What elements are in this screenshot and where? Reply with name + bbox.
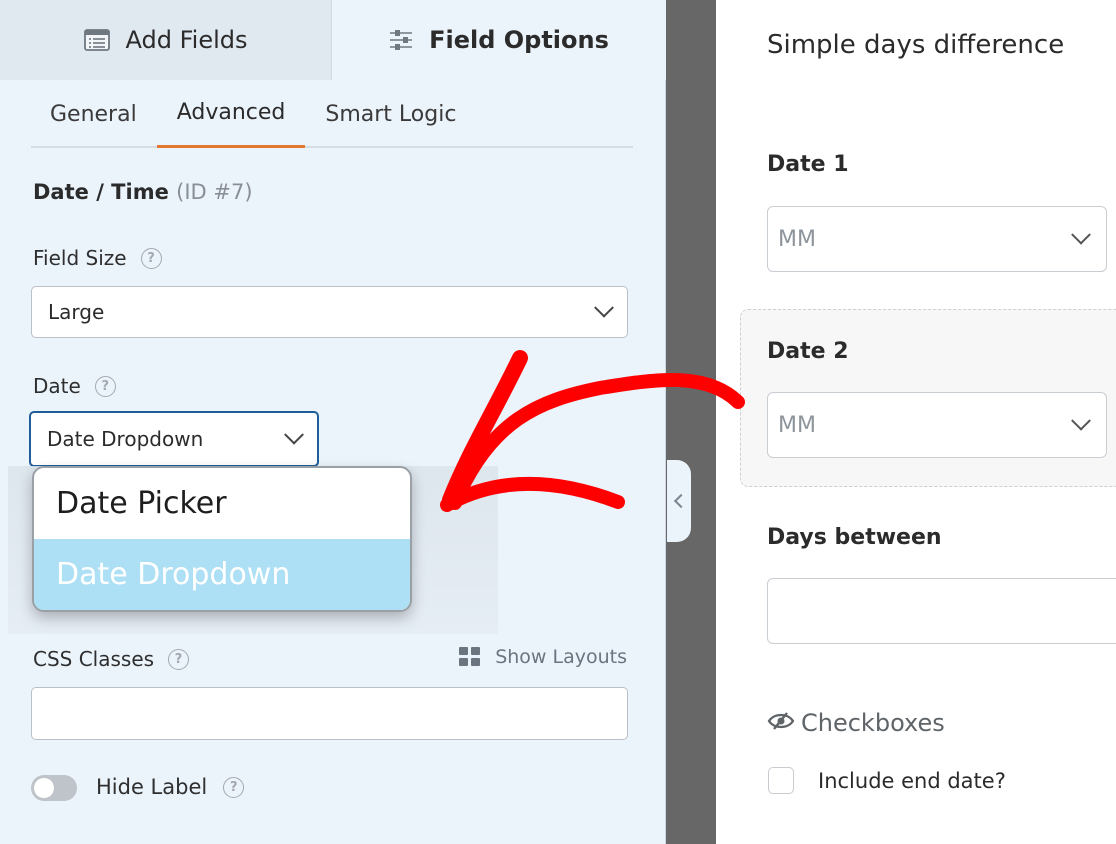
tab-add-fields-label: Add Fields bbox=[125, 26, 248, 54]
help-icon[interactable]: ? bbox=[94, 375, 116, 397]
date1-placeholder: MM bbox=[778, 226, 816, 252]
hide-label-text: Hide Label bbox=[96, 775, 208, 799]
grid-icon bbox=[459, 647, 481, 667]
panel-divider bbox=[666, 0, 716, 844]
date-format-value: Date Dropdown bbox=[47, 427, 204, 451]
list-icon bbox=[83, 29, 110, 51]
css-classes-label: CSS Classes bbox=[33, 647, 155, 671]
show-layouts-link[interactable]: Show Layouts bbox=[459, 646, 627, 668]
css-classes-input[interactable] bbox=[31, 687, 628, 740]
hide-label-toggle[interactable] bbox=[31, 775, 77, 801]
days-between-label: Days between bbox=[767, 525, 942, 550]
chevron-left-icon bbox=[673, 493, 689, 509]
field-size-label: Field Size bbox=[33, 246, 127, 270]
toggle-knob bbox=[34, 778, 54, 798]
date2-month-select[interactable]: MM bbox=[767, 392, 1107, 458]
chevron-down-icon bbox=[594, 297, 614, 318]
sub-tabs: General Advanced Smart Logic bbox=[31, 80, 633, 148]
field-type-title: Date / Time bbox=[33, 180, 169, 204]
date-label-row: Date ? bbox=[33, 374, 116, 398]
tab-smart-logic[interactable]: Smart Logic bbox=[305, 80, 476, 148]
show-layouts-label: Show Layouts bbox=[495, 646, 627, 668]
field-heading: Date / Time (ID #7) bbox=[33, 180, 253, 204]
option-date-dropdown[interactable]: Date Dropdown bbox=[34, 539, 410, 610]
form-title: Simple days difference bbox=[767, 30, 1065, 60]
date1-month-select[interactable]: MM bbox=[767, 206, 1107, 272]
tab-general[interactable]: General bbox=[31, 80, 157, 148]
date-format-options: Date Picker Date Dropdown bbox=[32, 466, 412, 612]
include-end-date-row: Include end date? bbox=[768, 767, 1006, 794]
form-preview: Simple days difference Date 1 MM Date 2 … bbox=[716, 0, 1116, 844]
include-end-date-checkbox[interactable] bbox=[768, 767, 794, 794]
tab-add-fields[interactable]: Add Fields bbox=[0, 0, 332, 80]
date2-placeholder: MM bbox=[778, 412, 816, 438]
date-format-select[interactable]: Date Dropdown bbox=[29, 411, 319, 467]
chevron-down-icon bbox=[284, 424, 304, 445]
option-date-picker[interactable]: Date Picker bbox=[34, 468, 410, 539]
field-size-select[interactable]: Large bbox=[31, 286, 628, 338]
date1-label: Date 1 bbox=[767, 152, 849, 177]
checkboxes-label: Checkboxes bbox=[801, 709, 945, 737]
help-icon[interactable]: ? bbox=[140, 247, 162, 269]
chevron-down-icon bbox=[1071, 410, 1091, 431]
eye-slash-icon bbox=[767, 709, 795, 737]
field-options-panel: Add Fields Field Options General Advance… bbox=[0, 0, 666, 844]
collapse-panel-button[interactable] bbox=[667, 460, 691, 542]
panel-tabs: Add Fields Field Options bbox=[0, 0, 666, 80]
hide-label-row: Hide Label ? bbox=[96, 775, 245, 799]
field-size-value: Large bbox=[48, 300, 105, 324]
chevron-down-icon bbox=[1071, 224, 1091, 245]
tab-advanced[interactable]: Advanced bbox=[156, 80, 306, 148]
field-id: (ID #7) bbox=[176, 180, 253, 204]
date-format-label: Date bbox=[33, 374, 81, 398]
include-end-date-label[interactable]: Include end date? bbox=[818, 769, 1006, 793]
tab-field-options-label: Field Options bbox=[429, 26, 609, 54]
tab-field-options[interactable]: Field Options bbox=[332, 0, 666, 80]
field-size-label-row: Field Size ? bbox=[33, 246, 162, 270]
sliders-icon bbox=[389, 29, 413, 51]
help-icon[interactable]: ? bbox=[223, 776, 245, 798]
days-between-input[interactable] bbox=[767, 578, 1116, 644]
css-classes-label-row: CSS Classes ? bbox=[33, 647, 190, 671]
date2-label: Date 2 bbox=[767, 339, 849, 364]
help-icon[interactable]: ? bbox=[168, 648, 190, 670]
checkboxes-label-row: Checkboxes bbox=[767, 709, 945, 737]
